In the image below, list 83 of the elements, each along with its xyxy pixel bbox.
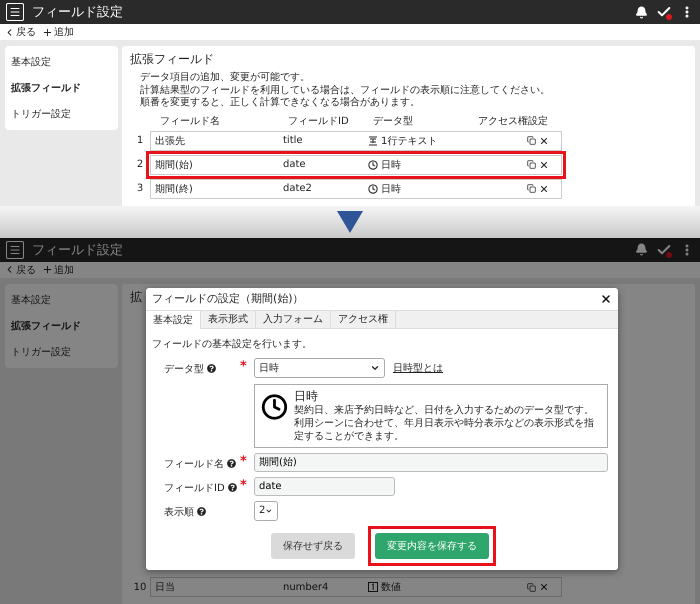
table-cell-text: title bbox=[283, 135, 304, 146]
description-text: データ項目の追加、変更が可能です。 bbox=[139, 72, 311, 84]
clock-icon bbox=[368, 184, 378, 194]
column-header: フィールド名 bbox=[160, 115, 221, 128]
back-button[interactable]: 戻る bbox=[4, 25, 36, 39]
sidebar-item[interactable]: 拡張フィールド bbox=[5, 75, 118, 101]
sidebar-item[interactable]: 基本設定 bbox=[5, 49, 118, 75]
description-text: 順番を変更すると、正しく計算できなくなる場合があります。 bbox=[139, 97, 421, 110]
table-cell-text: 出張先 bbox=[155, 134, 186, 148]
table-cell-text: 日時 bbox=[381, 158, 401, 172]
table-cell-text: 1行テキスト bbox=[381, 134, 438, 148]
column-header: データ型 bbox=[373, 114, 414, 128]
close-icon[interactable] bbox=[539, 184, 549, 194]
order-select[interactable]: 2 bbox=[254, 500, 278, 520]
required-mark: * bbox=[240, 452, 248, 468]
cancel-button[interactable]: 保存せず戻る bbox=[271, 532, 355, 558]
plus-icon bbox=[42, 26, 53, 38]
help-icon[interactable] bbox=[207, 364, 216, 373]
help-icon[interactable] bbox=[227, 459, 236, 468]
row-number: 10 bbox=[132, 582, 148, 592]
table-cell-text: date2 bbox=[283, 183, 313, 194]
required-mark: * bbox=[240, 358, 248, 374]
table-cell-text: 期間(始) bbox=[155, 158, 194, 172]
section-title: 拡 bbox=[130, 288, 142, 306]
required-mark: * bbox=[240, 476, 248, 492]
sidebar-item[interactable]: トリガー設定 bbox=[5, 338, 118, 364]
field-label: 表示順 bbox=[164, 506, 194, 518]
add-button[interactable]: 追加 bbox=[42, 25, 74, 39]
app-title: フィールド設定 bbox=[32, 242, 124, 258]
type-select[interactable]: 日時 bbox=[254, 358, 385, 378]
check-icon[interactable] bbox=[656, 4, 672, 20]
menu-icon bbox=[9, 244, 21, 256]
row-number: 3 bbox=[136, 183, 144, 194]
info-text: 利用シーンに合わせて、年月日表示や時分表示などの表示形式を指定することができます。 bbox=[294, 416, 595, 442]
numbered-box-icon bbox=[368, 582, 378, 592]
field-label: フィールド名 bbox=[164, 458, 224, 470]
plus-icon bbox=[42, 264, 53, 275]
field-label: データ型 bbox=[164, 362, 204, 376]
table-cell-text: 数値 bbox=[381, 581, 401, 594]
dialog-tab[interactable]: 基本設定 bbox=[146, 310, 201, 328]
help-icon[interactable] bbox=[228, 483, 237, 492]
chevron-down-icon bbox=[265, 506, 273, 514]
bell-icon[interactable] bbox=[635, 6, 648, 18]
column-header: フィールドID bbox=[288, 115, 350, 128]
table-cell-text: 日当 bbox=[155, 580, 176, 594]
sidebar-item[interactable]: 拡張フィールド bbox=[5, 312, 118, 338]
description-text: 計算結果型のフィールドを利用している場合は、フィールドの表示順に注意してください。 bbox=[139, 84, 551, 96]
copy-icon[interactable] bbox=[527, 184, 536, 193]
table-cell-text: date bbox=[283, 159, 307, 170]
info-title: 日時 bbox=[294, 388, 319, 404]
table-cell-text: 期間(終) bbox=[155, 182, 194, 196]
app-title: フィールド設定 bbox=[32, 4, 124, 21]
text-type-icon bbox=[368, 136, 378, 146]
table-row[interactable]: 期間(始) date 日時 bbox=[150, 154, 562, 174]
field-label: フィールドID bbox=[164, 482, 225, 494]
clock-icon bbox=[368, 160, 378, 170]
row-number: 2 bbox=[136, 159, 144, 170]
back-button[interactable]: 戻る bbox=[4, 262, 36, 276]
menu-button[interactable] bbox=[6, 3, 24, 21]
close-icon[interactable] bbox=[539, 136, 549, 146]
add-button[interactable]: 追加 bbox=[42, 262, 74, 276]
close-icon[interactable] bbox=[539, 160, 549, 170]
copy-icon[interactable] bbox=[527, 136, 536, 145]
help-icon[interactable] bbox=[197, 507, 206, 516]
copy-icon[interactable] bbox=[527, 160, 536, 169]
close-button[interactable] bbox=[600, 292, 612, 304]
table-row[interactable]: 期間(終) date2 日時 bbox=[150, 178, 562, 198]
text-field[interactable]: date bbox=[254, 476, 395, 496]
sidebar-item[interactable]: トリガー設定 bbox=[5, 101, 118, 127]
table-cell-text: number4 bbox=[283, 582, 330, 592]
column-header: アクセス権設定 bbox=[478, 114, 549, 128]
sidebar-item[interactable]: 基本設定 bbox=[5, 286, 118, 312]
text-field[interactable]: 期間(始) bbox=[254, 452, 608, 472]
table-cell-text: 日時 bbox=[381, 182, 401, 196]
info-text: 契約日、来店予約日時など、日付を入力するためのデータ型です。 bbox=[294, 404, 595, 416]
intro-text: フィールドの基本設定を行います。 bbox=[152, 338, 313, 350]
help-link[interactable]: 日時型とは bbox=[393, 360, 443, 374]
dialog-title: フィールドの設定（期間(始)） bbox=[152, 291, 304, 306]
down-arrow-icon bbox=[337, 210, 363, 232]
table-row[interactable]: 出張先 title 1行テキスト bbox=[150, 130, 562, 150]
menu-icon bbox=[9, 6, 21, 18]
section-title: 拡張フィールド bbox=[130, 51, 214, 68]
row-number: 1 bbox=[136, 135, 144, 146]
